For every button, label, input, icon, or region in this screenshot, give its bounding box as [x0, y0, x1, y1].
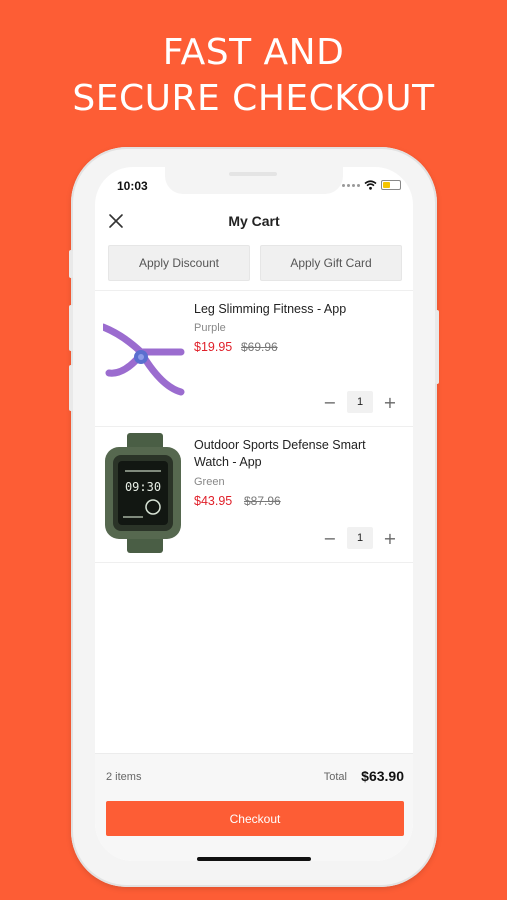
apply-discount-button[interactable]: Apply Discount [108, 245, 250, 281]
cart-item[interactable]: 09:30 Outdoor Sports Defense Smart Watch… [95, 427, 413, 562]
cart-summary: 2 items Total $63.90 Checkout [95, 753, 413, 861]
watch-face-time: 09:30 [125, 480, 161, 494]
wifi-icon [364, 180, 377, 190]
total-value: $63.90 [361, 768, 404, 784]
page-title: My Cart [228, 213, 280, 229]
sale-price: $19.95 [194, 340, 233, 354]
quantity-value[interactable]: 1 [347, 391, 373, 413]
signal-dots-icon [342, 183, 360, 187]
cart-item[interactable]: Leg Slimming Fitness - App Purple $19.95… [95, 291, 413, 426]
divider [95, 562, 413, 563]
product-name[interactable]: Leg Slimming Fitness - App [194, 301, 404, 318]
home-indicator[interactable] [197, 857, 311, 861]
phone-side-button [69, 365, 73, 411]
total-label: Total [323, 771, 347, 783]
product-image-smart-watch: 09:30 [105, 433, 181, 553]
checkout-button[interactable]: Checkout [106, 801, 404, 836]
decrease-quantity-button[interactable]: − [323, 393, 337, 412]
phone-side-button [69, 305, 73, 351]
quantity-stepper: − 1 + [323, 391, 397, 413]
status-icons [342, 180, 401, 190]
cart-actions: Apply Discount Apply Gift Card [108, 245, 402, 281]
status-time: 10:03 [117, 179, 148, 193]
apply-gift-card-button[interactable]: Apply Gift Card [260, 245, 402, 281]
product-name[interactable]: Outdoor Sports Defense Smart Watch - App [194, 437, 404, 471]
product-variant: Purple [194, 322, 226, 334]
phone-screen: 10:03 My Cart Apply Discount Apply Gift … [95, 167, 413, 861]
phone-notch [165, 167, 343, 194]
sale-price: $43.95 [194, 494, 233, 508]
product-variant: Green [194, 476, 225, 488]
items-count: 2 items [106, 771, 142, 783]
quantity-value[interactable]: 1 [347, 527, 373, 549]
original-price: $69.96 [241, 340, 278, 354]
phone-side-button [435, 310, 439, 384]
phone-side-button [69, 250, 73, 278]
speaker-grille [229, 172, 277, 176]
decrease-quantity-button[interactable]: − [323, 529, 337, 548]
quantity-stepper: − 1 + [323, 527, 397, 549]
increase-quantity-button[interactable]: + [383, 393, 397, 412]
promo-line-1: FAST AND [162, 32, 345, 73]
promo-line-2: SECURE CHECKOUT [72, 78, 435, 119]
promo-headline: FAST AND SECURE CHECKOUT [0, 30, 507, 122]
original-price: $87.96 [244, 494, 281, 508]
increase-quantity-button[interactable]: + [383, 529, 397, 548]
product-image-leg-trainer [103, 323, 185, 396]
battery-icon [381, 180, 401, 190]
